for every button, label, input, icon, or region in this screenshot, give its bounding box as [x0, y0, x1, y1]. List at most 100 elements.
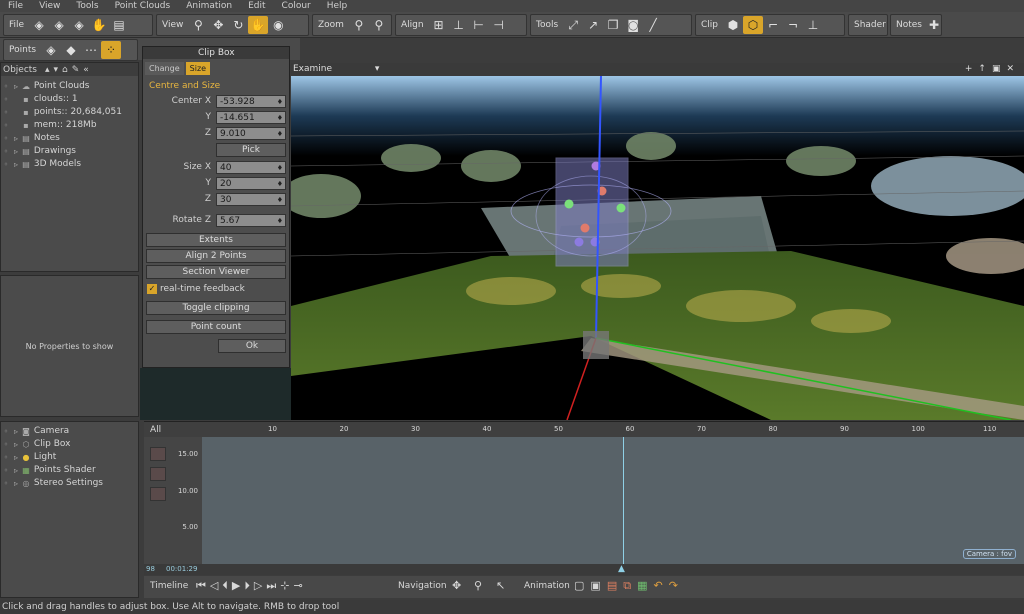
- scene-item-clip-box[interactable]: ◦ ▹ ⬡ Clip Box: [1, 438, 138, 451]
- extents-button[interactable]: Extents: [146, 233, 286, 247]
- film-icon[interactable]: ▤: [607, 579, 617, 593]
- handle-left[interactable]: [564, 199, 574, 209]
- shader-label[interactable]: Shader: [849, 20, 891, 30]
- open-icon[interactable]: ◈: [29, 16, 49, 34]
- ok-button[interactable]: Ok: [218, 339, 286, 353]
- chevron-down-icon[interactable]: ▾: [375, 64, 380, 74]
- realtime-feedback-row[interactable]: ✓ real-time feedback: [143, 281, 289, 296]
- align-y-icon[interactable]: ⊢: [469, 16, 489, 34]
- menu-tools[interactable]: Tools: [68, 0, 106, 12]
- export-icon[interactable]: ✋: [89, 16, 109, 34]
- center-y-input[interactable]: -14.651: [216, 110, 286, 125]
- objects-toolbar-icons[interactable]: ▴▾⌂✎«: [45, 65, 93, 75]
- measure-icon[interactable]: ⤢: [563, 16, 583, 34]
- tree-item-point-clouds[interactable]: ◦ ▹ ☁ Point Clouds: [1, 80, 138, 93]
- menu-colour[interactable]: Colour: [274, 0, 319, 12]
- navigation-mode-select[interactable]: Examine: [293, 64, 332, 74]
- 3d-viewport[interactable]: [291, 76, 1024, 420]
- redo-icon[interactable]: ↷: [669, 579, 678, 593]
- track-button-1[interactable]: [150, 447, 166, 461]
- timeline-graph[interactable]: Camera : fov: [202, 437, 1024, 564]
- tree-item-points[interactable]: ◦ ▪ points:: 20,684,051: [1, 106, 138, 119]
- play-icon[interactable]: ▶: [232, 579, 240, 593]
- timeline-ruler[interactable]: All 10 20 30 40 50 60 70 80 90 100 110: [144, 421, 1024, 437]
- scene-item-stereo-settings[interactable]: ◦ ▹ ◎ Stereo Settings: [1, 477, 138, 490]
- export-video-icon[interactable]: ⧉: [623, 579, 631, 593]
- tab-size[interactable]: Size: [185, 62, 211, 75]
- camera-fov-tag[interactable]: Camera : fov: [962, 549, 1016, 559]
- pick-button[interactable]: Pick: [216, 143, 286, 157]
- zoom-nav-icon[interactable]: ⚲: [474, 579, 482, 592]
- add-key-icon[interactable]: ⊹: [280, 579, 289, 593]
- prev-key-icon[interactable]: ◁: [210, 579, 218, 593]
- align-x-icon[interactable]: ⊥: [449, 16, 469, 34]
- align-z-icon[interactable]: ⊣: [489, 16, 509, 34]
- rotate-z-input[interactable]: 5.67: [216, 213, 286, 228]
- size-y-input[interactable]: 20: [216, 176, 286, 191]
- checkbox-checked-icon[interactable]: ✓: [147, 283, 157, 294]
- menu-file[interactable]: File: [0, 0, 31, 12]
- align-2-points-button[interactable]: Align 2 Points: [146, 249, 286, 263]
- handle-right[interactable]: [616, 203, 626, 213]
- pan-hand-icon[interactable]: ✋: [248, 16, 269, 34]
- center-z-input[interactable]: 9.010: [216, 126, 286, 141]
- size-x-input[interactable]: 40: [216, 160, 286, 175]
- tab-change[interactable]: Change: [145, 62, 184, 75]
- points-box-icon[interactable]: ⁘: [101, 41, 122, 59]
- move-nav-icon[interactable]: ✥: [452, 579, 461, 592]
- clip-box-title[interactable]: Clip Box: [143, 47, 289, 59]
- tree-item-3d-models[interactable]: ◦ ▹ ▤ 3D Models: [1, 158, 138, 171]
- undo-icon[interactable]: ↶: [653, 579, 662, 593]
- clip-plane-icon[interactable]: ⬢: [723, 16, 743, 34]
- record-icon[interactable]: ▢: [574, 579, 584, 593]
- clip-x-icon[interactable]: ⌐: [763, 16, 783, 34]
- skip-start-icon[interactable]: ⏮: [196, 579, 206, 593]
- points-erase-icon[interactable]: ◆: [61, 41, 81, 59]
- track-button-3[interactable]: [150, 487, 166, 501]
- clip-box-icon[interactable]: ⬡: [743, 16, 763, 34]
- step-forward-icon[interactable]: ⏵: [244, 579, 250, 593]
- center-x-input[interactable]: -53.928: [216, 94, 286, 109]
- handle-rotate[interactable]: [580, 223, 590, 233]
- pointer-icon[interactable]: ↗: [583, 16, 603, 34]
- point-cloud-scene[interactable]: [291, 76, 1024, 420]
- clip-z-icon[interactable]: ⊥: [803, 16, 823, 34]
- zoom-extents-icon[interactable]: ⚲: [369, 16, 389, 34]
- align-view-icon[interactable]: ⊞: [429, 16, 449, 34]
- camera-icon[interactable]: ◙: [623, 16, 643, 34]
- scene-item-points-shader[interactable]: ◦ ▹ ▦ Points Shader: [1, 464, 138, 477]
- save-icon[interactable]: ◈: [49, 16, 69, 34]
- pencil-icon[interactable]: ╱: [643, 16, 663, 34]
- menu-view[interactable]: View: [31, 0, 68, 12]
- section-viewer-button[interactable]: Section Viewer: [146, 265, 286, 279]
- menu-edit[interactable]: Edit: [240, 0, 273, 12]
- zoom-in-icon[interactable]: ⚲: [349, 16, 369, 34]
- track-button-2[interactable]: [150, 467, 166, 481]
- point-count-button[interactable]: Point count: [146, 320, 286, 334]
- cursor-icon[interactable]: ↖: [496, 579, 505, 592]
- playhead-marker-icon[interactable]: ▲: [618, 564, 625, 574]
- search-icon[interactable]: ⚲: [188, 16, 208, 34]
- import-icon[interactable]: ◈: [69, 16, 89, 34]
- skip-end-icon[interactable]: ⏭: [266, 579, 276, 593]
- menu-animation[interactable]: Animation: [178, 0, 240, 12]
- next-key-icon[interactable]: ▷: [254, 579, 262, 593]
- playhead-line[interactable]: [623, 437, 624, 564]
- scene-item-camera[interactable]: ◦ ▹ ◙ Camera: [1, 425, 138, 438]
- viewport-window-icons[interactable]: +↑▣✕: [965, 63, 1020, 76]
- rotate-icon[interactable]: ↻: [228, 16, 248, 34]
- timeline-all-label[interactable]: All: [150, 425, 161, 435]
- menu-help[interactable]: Help: [319, 0, 356, 12]
- points-lasso-icon[interactable]: ⋯: [81, 41, 101, 59]
- clip-y-icon[interactable]: ¬: [783, 16, 803, 34]
- points-select-icon[interactable]: ◈: [41, 41, 61, 59]
- scene-item-light[interactable]: ◦ ▹ ● Light: [1, 451, 138, 464]
- size-z-input[interactable]: 30: [216, 192, 286, 207]
- frame-icon[interactable]: ▣: [590, 579, 600, 593]
- shader-group[interactable]: Shader: [848, 14, 888, 36]
- render-icon[interactable]: ▦: [637, 579, 647, 593]
- tree-item-notes[interactable]: ◦ ▹ ▤ Notes: [1, 132, 138, 145]
- tree-item-mem[interactable]: ◦ ▪ mem:: 218Mb: [1, 119, 138, 132]
- add-note-icon[interactable]: ✚: [927, 16, 941, 34]
- copy-icon[interactable]: ❐: [603, 16, 623, 34]
